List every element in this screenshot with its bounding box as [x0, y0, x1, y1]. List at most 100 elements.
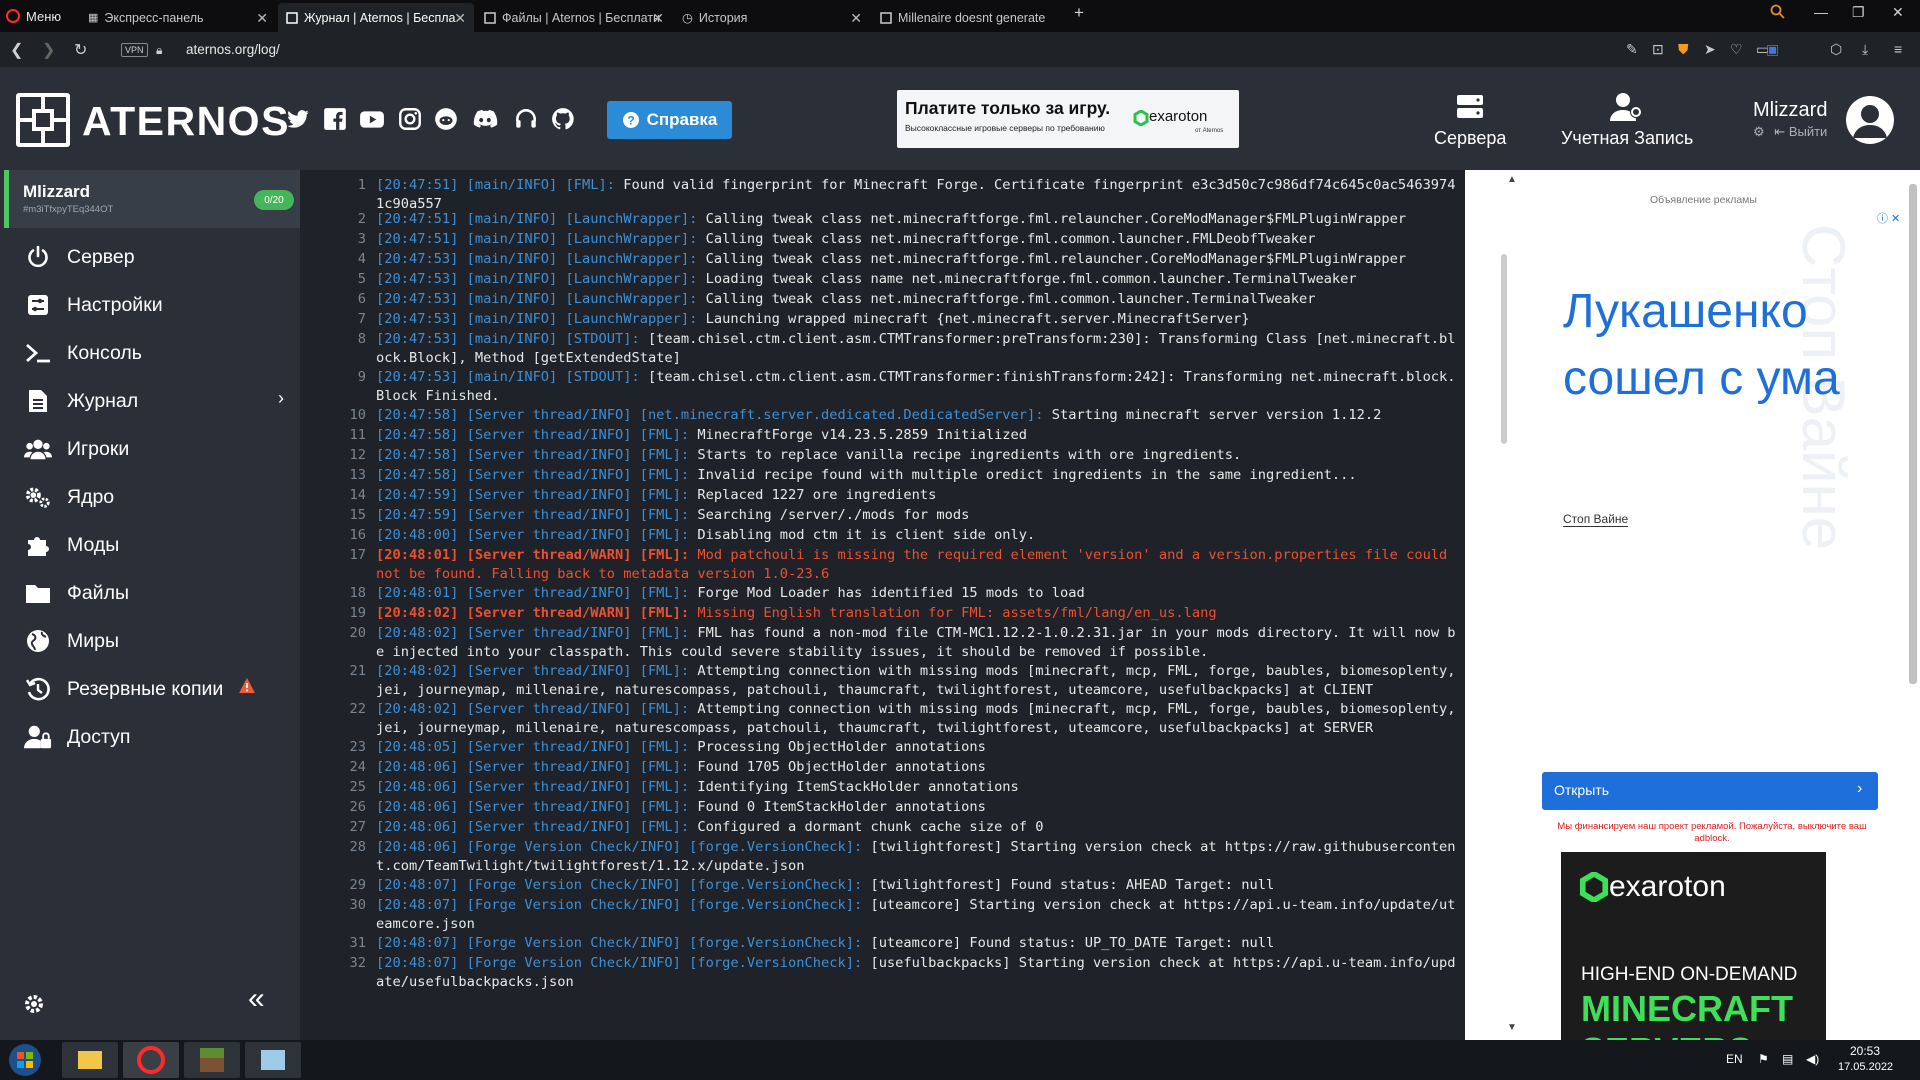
log-line-number: 19: [349, 605, 366, 621]
opera-taskbar-icon[interactable]: [123, 1042, 179, 1078]
grid-icon: ▦: [88, 12, 99, 24]
sidebar-item-files[interactable]: Файлы: [0, 570, 300, 614]
sidebar-item-server[interactable]: Сервер: [0, 234, 300, 278]
language-indicator[interactable]: EN: [1726, 1052, 1743, 1066]
promo-banner[interactable]: Платите только за игру. Высококлассные и…: [897, 90, 1239, 148]
network-icon[interactable]: ▤: [1782, 1052, 1793, 1066]
download-icon[interactable]: ⤓: [1862, 41, 1868, 58]
tab-journal[interactable]: Журнал | Aternos | Беспла ✕: [278, 3, 474, 32]
log-line-number: 8: [357, 331, 366, 347]
close-tab-icon[interactable]: ✕: [652, 10, 664, 27]
windows-start-icon[interactable]: [8, 1043, 42, 1077]
page-scrollbar-thumb[interactable]: [1909, 184, 1917, 684]
sidebar-item-console[interactable]: Консоль: [0, 330, 300, 374]
log-line: 7 [20:47:53] [main/INFO] [LaunchWrapper]:…: [300, 310, 1465, 329]
edit-icon[interactable]: ✎: [1626, 41, 1638, 58]
log-line: 21 [20:48:02] [Server thread/INFO] [FML]:…: [300, 662, 1465, 700]
send-icon[interactable]: ➤: [1704, 41, 1716, 58]
tab-files[interactable]: Файлы | Aternos | Бесплатн ✕: [476, 3, 672, 32]
clock-time[interactable]: 20:53: [1850, 1044, 1880, 1058]
shield-icon[interactable]: ⛊: [1678, 41, 1689, 58]
new-tab-button[interactable]: +: [1074, 3, 1084, 23]
maximize-window-icon[interactable]: ❐: [1852, 4, 1865, 21]
tab-history[interactable]: ◷ История ✕: [674, 3, 870, 32]
exaroton-banner[interactable]: exaroton HIGH-END ON-DEMAND MINECRAFT SE…: [1561, 852, 1826, 1040]
tab-express-panel[interactable]: ▦ Экспресс-панель ✕: [80, 3, 276, 32]
minimize-window-icon[interactable]: —: [1814, 4, 1828, 20]
headset-icon[interactable]: [513, 106, 539, 132]
aternos-favicon-icon: [286, 11, 298, 24]
sidebar-item-settings[interactable]: Настройки: [0, 282, 300, 326]
server-card[interactable]: Mlizzard #m3iTfxpyTEq344OT 0/20: [4, 170, 300, 228]
close-window-icon[interactable]: ✕: [1892, 4, 1904, 21]
github-icon[interactable]: [550, 106, 576, 132]
sidebar-item-players[interactable]: Игроки: [0, 426, 300, 470]
ad-close-icon[interactable]: ⓘ ✕: [1877, 210, 1900, 226]
browser-menu-button[interactable]: Меню: [6, 6, 61, 26]
back-icon[interactable]: ❮: [10, 40, 23, 60]
flag-icon[interactable]: ⚑: [1758, 1052, 1769, 1066]
twitter-icon[interactable]: [285, 106, 311, 132]
sidebar-item-journal[interactable]: Журнал ›: [0, 378, 300, 422]
log-viewer[interactable]: 1 [20:47:51] [main/INFO] [FML]: Found val…: [300, 170, 1465, 1040]
sidebar-item-mods[interactable]: Моды: [0, 522, 300, 566]
translate-icon[interactable]: ▣: [1766, 41, 1779, 58]
ad-scrollbar[interactable]: [1501, 254, 1507, 444]
help-button[interactable]: ? Справка: [607, 101, 732, 139]
forward-icon[interactable]: ❯: [42, 40, 55, 60]
avatar[interactable]: [1846, 96, 1894, 144]
gear-icon[interactable]: ⚙: [1753, 124, 1765, 139]
heart-icon[interactable]: ♡: [1730, 41, 1743, 58]
clock-date[interactable]: 17.05.2022: [1838, 1061, 1893, 1073]
camera-icon[interactable]: ⊡: [1652, 41, 1664, 58]
log-line: 17 [20:48:01] [Server thread/WARN] [FML]:…: [300, 546, 1465, 584]
scroll-up-icon[interactable]: ▲: [1507, 174, 1517, 185]
sidebar-item-worlds[interactable]: Миры: [0, 618, 300, 662]
collapse-sidebar-icon[interactable]: «: [248, 982, 265, 1016]
log-line-content: [20:47:53] [main/INFO] [LaunchWrapper]: …: [376, 250, 1456, 269]
explorer-taskbar-icon[interactable]: [62, 1042, 118, 1078]
close-tab-icon[interactable]: ✕: [454, 10, 466, 27]
lock-icon[interactable]: 🔒︎: [156, 43, 162, 58]
reload-icon[interactable]: ↻: [74, 40, 87, 60]
ad-open-button[interactable]: Открыть ›: [1542, 772, 1878, 810]
logout-link[interactable]: Выйти: [1789, 124, 1828, 139]
close-tab-icon[interactable]: ✕: [850, 10, 862, 27]
ad-label: Объявление рекламы: [1650, 194, 1757, 206]
site-logo-text[interactable]: ATERNOS: [82, 98, 290, 145]
power-icon: [24, 243, 52, 271]
menu-lines-icon[interactable]: ≡: [1894, 41, 1902, 57]
cube-icon[interactable]: ⬡: [1830, 41, 1842, 58]
tab-millenaire[interactable]: Millenaire doesnt generate: [872, 3, 1068, 32]
ad-headline[interactable]: Лукашенко сошел с ума: [1563, 278, 1863, 412]
url-field[interactable]: aternos.org/log/: [186, 42, 280, 57]
sidebar-item-access[interactable]: Доступ: [0, 714, 300, 758]
log-prefix: [20:48:06] [Server thread/INFO] [FML]:: [376, 799, 690, 815]
question-circle-icon: ?: [622, 111, 640, 129]
search-tabs-icon[interactable]: [1770, 4, 1785, 19]
sidebar-item-backups[interactable]: Резервные копии: [0, 666, 300, 710]
log-prefix: [20:47:51] [main/INFO] [LaunchWrapper]:: [376, 231, 698, 247]
nav-account[interactable]: Учетная Запись: [1561, 92, 1693, 149]
volume-icon[interactable]: ◀): [1806, 1052, 1819, 1066]
logout-icon[interactable]: ⇤: [1774, 124, 1785, 139]
facebook-icon[interactable]: [322, 106, 348, 132]
ad-link[interactable]: Стоп Вайне: [1563, 512, 1629, 527]
close-tab-icon[interactable]: ✕: [256, 10, 268, 27]
settings-gear-icon[interactable]: [22, 992, 46, 1016]
instagram-icon[interactable]: [397, 106, 423, 132]
youtube-icon[interactable]: [358, 106, 384, 132]
minecraft-taskbar-icon[interactable]: [184, 1042, 240, 1078]
vpn-badge[interactable]: VPN: [121, 43, 148, 57]
sidebar-item-core[interactable]: Ядро: [0, 474, 300, 518]
nav-servers[interactable]: Сервера: [1434, 92, 1506, 149]
aternos-logo-icon[interactable]: [16, 93, 70, 147]
log-prefix: [20:48:01] [Server thread/INFO] [FML]:: [376, 585, 690, 601]
tab-label: Файлы | Aternos | Бесплатн: [502, 10, 660, 25]
reddit-icon[interactable]: [433, 106, 459, 132]
discord-icon[interactable]: [470, 106, 498, 132]
page-scrollbar[interactable]: [1906, 170, 1920, 1040]
scroll-down-icon[interactable]: ▼: [1507, 1022, 1517, 1033]
app-taskbar-icon[interactable]: [245, 1042, 301, 1078]
promo-subline: Высококлассные игровые серверы по требов…: [905, 123, 1105, 133]
